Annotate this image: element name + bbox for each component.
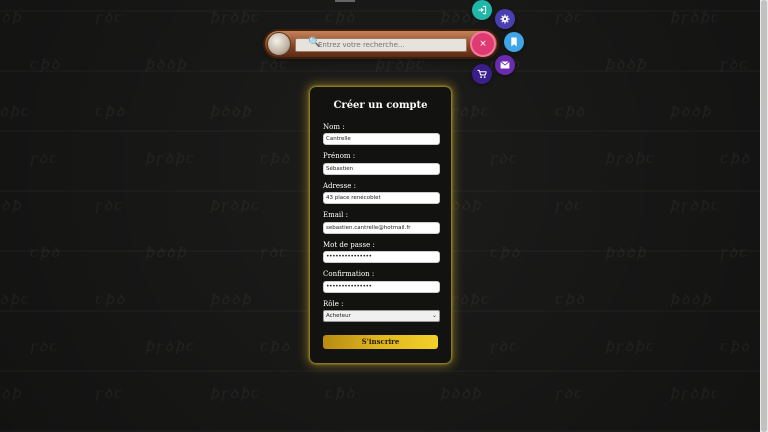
background-rune: ꝥꞅꝺꝥꞇ <box>210 386 261 402</box>
background-rune: ꞇꝥꝺ <box>260 151 292 167</box>
background-rune: ꞅꝺꞇ <box>555 386 584 402</box>
background-rune: ꝥꞅꝺꝥꞇ <box>0 292 31 308</box>
confirm-password-input[interactable]: ••••••••••••••• <box>323 281 440 293</box>
background-rune: ꝥꞅꝺꝥꞇ <box>210 198 261 214</box>
adresse-input[interactable]: 43 place renécoblet <box>323 192 440 204</box>
email-input[interactable]: sebastien.cantrelle@hotmail.fr <box>323 222 440 234</box>
background-rune: ꝥꞅꝺꝥꞇ <box>670 198 721 214</box>
prenom-input[interactable]: Sébastien <box>323 163 440 175</box>
background-rune: ꝥꞅꝺꝥꞇ <box>605 151 656 167</box>
background-rune: ꞇꝥꝺ <box>95 104 127 120</box>
background-rune: ꝥꝺꝺꝥ <box>670 292 713 308</box>
background-rune: ꞇꝥꝺ <box>30 245 62 261</box>
role-select[interactable]: Acheteur ⌄ <box>323 310 440 322</box>
background-rune: ꝥꝺꝺꝥ <box>0 10 23 26</box>
bookmark-icon <box>511 37 517 47</box>
register-card: Créer un compte Nom : Cantrelle Prénom :… <box>310 87 451 363</box>
search-input[interactable] <box>318 39 462 51</box>
background-rune: ꞅꝺꞇ <box>260 57 289 73</box>
prenom-label: Prénom : <box>323 152 356 160</box>
email-label: Email : <box>323 211 348 219</box>
background-rune: ꝥꝺꝺꝥ <box>0 386 23 402</box>
mail-icon <box>500 61 510 69</box>
background-rune: ꞇꝥꝺ <box>720 151 752 167</box>
adresse-label: Adresse : <box>323 182 356 190</box>
signup-button[interactable]: S'inscrire <box>323 335 438 349</box>
password-label: Mot de passe : <box>323 241 375 249</box>
background-rune: ꞅꝺꞇ <box>30 151 59 167</box>
background-rune: ꝥꝺꝺꝥ <box>210 104 253 120</box>
background-rune: ꝥꝺꝺꝥ <box>605 57 648 73</box>
close-button[interactable]: × <box>472 33 494 55</box>
mail-button[interactable] <box>495 55 515 75</box>
background-rune: ꞅꝺꞇ <box>490 339 519 355</box>
background-rune: ꞅꝺꞇ <box>720 245 749 261</box>
cart-button[interactable] <box>472 64 492 84</box>
nom-input[interactable]: Cantrelle <box>323 133 440 145</box>
background-rune: ꞇꝥꝺ <box>555 292 587 308</box>
background-rune: ꞅꝺꞇ <box>555 198 584 214</box>
background-rune: ꞇꝥꝺ <box>555 104 587 120</box>
top-indicator <box>335 0 355 2</box>
background-rune: ꝥꞅꝺꝥꞇ <box>605 339 656 355</box>
background-rune: ꞇꝥꝺ <box>260 339 292 355</box>
background-rune: ꝥꞅꝺꝥꞇ <box>145 339 196 355</box>
background-rune: ꞅꝺꞇ <box>555 10 584 26</box>
background-rune: ꞇꝥꝺ <box>30 57 62 73</box>
search-bar: 🔍 × <box>265 31 497 57</box>
background-rune: ꝥꝺꝺꝥ <box>605 245 648 261</box>
background-rune: ꝥꞅꝺꝥꞇ <box>670 10 721 26</box>
search-field[interactable]: 🔍 <box>295 37 467 52</box>
background-rune: ꝥꞅꝺꝥꞇ <box>670 386 721 402</box>
background-rune: ꝥꞅꝺꝥꞇ <box>145 151 196 167</box>
background-rune: ꝥꝺꝺꝥ <box>145 57 188 73</box>
password-input[interactable]: ••••••••••••••• <box>323 251 440 263</box>
background-rune: ꝥꞅꝺꝥꞇ <box>375 57 426 73</box>
background-rune: ꞇꝥꝺ <box>95 292 127 308</box>
background-rune: ꞇꝥꝺ <box>720 339 752 355</box>
chevron-down-icon: ⌄ <box>431 312 437 319</box>
background-rune: ꝥꞅꝺꝥꞇ <box>210 10 261 26</box>
background-rune: ꞅꝺꞇ <box>95 10 124 26</box>
background-rune: ꝥꝺꝺꝥ <box>0 198 23 214</box>
cart-icon <box>477 69 487 79</box>
background-rune: ꝥꞅꝺꝥꞇ <box>0 104 31 120</box>
scrollbar-thumb[interactable] <box>761 0 767 432</box>
settings-button[interactable] <box>495 9 515 29</box>
background-rune: ꞇꝥꝺ <box>490 245 522 261</box>
background-rune: ꞇꝥꝺ <box>325 10 357 26</box>
bookmark-button[interactable] <box>504 32 524 52</box>
background-rune: ꞅꝺꞇ <box>490 151 519 167</box>
background-rune: ꞅꝺꞇ <box>260 245 289 261</box>
background-rune: ꝥꝺꝺꝥ <box>670 104 713 120</box>
background-rune: ꞇꝥꝺ <box>325 386 357 402</box>
form-title: Créer un compte <box>333 100 428 111</box>
background-rune: ꝥꝺꝺꝥ <box>210 292 253 308</box>
background-rune: ꞅꝺꞇ <box>30 339 59 355</box>
role-select-value: Acheteur <box>326 313 351 319</box>
background-rune: ꞅꝺꞇ <box>95 386 124 402</box>
gear-icon <box>500 14 510 24</box>
background-rune: ꞅꝺꞇ <box>720 57 749 73</box>
login-icon <box>478 5 487 15</box>
confirm-label: Confirmation : <box>323 270 375 278</box>
search-orb-icon[interactable] <box>267 32 291 56</box>
background-rune: ꝥꝺꝺꝥ <box>440 386 483 402</box>
scrollbar[interactable] <box>760 0 768 432</box>
background-rune: ꝥꝺꝺꝥ <box>145 245 188 261</box>
background-rune: ꞅꝺꞇ <box>95 198 124 214</box>
login-button[interactable] <box>472 0 492 20</box>
nom-label: Nom : <box>323 123 345 131</box>
role-label: Rôle : <box>323 300 344 308</box>
